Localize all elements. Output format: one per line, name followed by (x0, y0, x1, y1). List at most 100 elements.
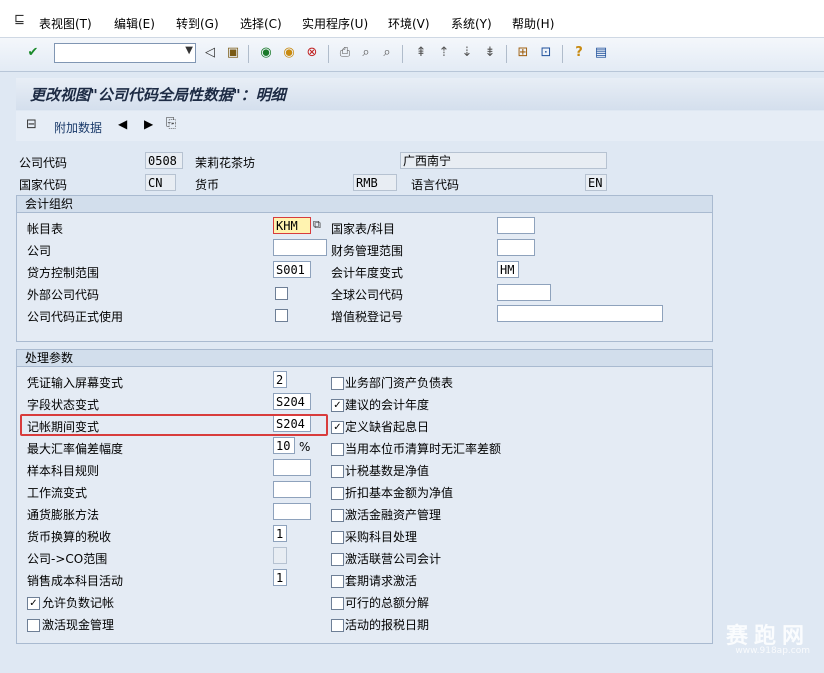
toolbar-separator (506, 45, 507, 63)
right-checkbox[interactable] (331, 509, 344, 522)
first-page-icon[interactable]: ⇞ (412, 44, 430, 62)
toolbar-separator (328, 45, 329, 63)
external-company-code-label: 外部公司代码 (27, 288, 100, 302)
processing-params-title: 处理参数 (17, 350, 712, 367)
global-company-code-field[interactable] (497, 284, 551, 301)
right-checkbox-label: 定义缺省起息日 (345, 420, 430, 434)
back-icon[interactable]: ◉ (257, 44, 275, 62)
param-label: 通货膨胀方法 (27, 508, 100, 522)
next-page-icon[interactable]: ⇣ (458, 44, 476, 62)
right-checkbox[interactable] (331, 575, 344, 588)
save-icon[interactable]: ▣ (224, 44, 242, 62)
right-checkbox-label: 业务部门资产负债表 (345, 376, 454, 390)
exit-icon[interactable]: ◉ (280, 44, 298, 62)
param-field[interactable] (273, 481, 311, 498)
param-field[interactable]: 1 (273, 569, 287, 586)
application-toolbar: ⊟ 附加数据 ◀ ▶ ⎘ (16, 111, 824, 141)
right-checkbox[interactable] (331, 619, 344, 632)
chart-of-accounts-label: 帐目表 (27, 222, 64, 236)
accounting-org-title: 会计组织 (17, 196, 712, 213)
right-checkbox[interactable] (331, 531, 344, 544)
right-checkbox[interactable] (331, 377, 344, 390)
system-menu-icon[interactable]: ⊑ (14, 12, 25, 27)
next-entry-icon[interactable]: ▶ (144, 117, 153, 131)
back-triangle-icon[interactable]: ◁ (201, 44, 219, 62)
city-field: 广西南宁 (400, 152, 607, 169)
additional-data-button[interactable]: 附加数据 (54, 119, 102, 136)
right-checkbox[interactable] (331, 443, 344, 456)
right-checkbox[interactable] (331, 553, 344, 566)
standard-toolbar: ✔ ▼ ◁ ▣ ◉ ◉ ⊗ ⎙ ⌕ ⌕ ⇞ ⇡ ⇣ ⇟ ⊞ ⊡ ? ▤ (0, 38, 824, 72)
param-field[interactable] (273, 459, 311, 476)
menu-edit[interactable]: 编辑(E) (114, 15, 155, 32)
chart-of-accounts-field[interactable]: KHM (273, 217, 311, 234)
language-field: EN (585, 174, 607, 191)
company-field[interactable] (273, 239, 327, 256)
cancel-icon[interactable]: ⊗ (303, 44, 321, 62)
param-field[interactable]: 10 (273, 437, 295, 454)
new-session-icon[interactable]: ⊞ (514, 44, 532, 62)
previous-page-icon[interactable]: ⇡ (435, 44, 453, 62)
watermark-url: www.918ap.com (735, 646, 810, 656)
external-company-code-checkbox[interactable] (275, 287, 288, 300)
company-code-field: 0508 (145, 152, 183, 169)
right-checkbox[interactable] (331, 487, 344, 500)
menu-system[interactable]: 系统(Y) (451, 15, 492, 32)
help-icon[interactable]: ? (570, 44, 588, 62)
right-checkbox[interactable] (331, 465, 344, 478)
menu-utilities[interactable]: 实用程序(U) (302, 15, 368, 32)
allow-negative-posting-checkbox[interactable]: ✓ (27, 597, 40, 610)
fm-area-field[interactable] (497, 239, 535, 256)
param-label: 字段状态变式 (27, 398, 100, 412)
menu-environment[interactable]: 环境(V) (388, 15, 430, 32)
search-help-icon[interactable]: ⧉ (313, 218, 321, 232)
enter-check-icon[interactable]: ✔ (24, 44, 42, 62)
param-label: 最大汇率偏差幅度 (27, 442, 124, 456)
country-chart-label: 国家表/科目 (331, 222, 396, 236)
company-name: 茉莉花茶坊 (195, 156, 256, 170)
right-checkbox-label: 建议的会计年度 (345, 398, 430, 412)
command-field[interactable]: ▼ (54, 43, 196, 63)
activate-cash-mgmt-checkbox[interactable] (27, 619, 40, 632)
param-field (273, 547, 287, 564)
vat-registration-field[interactable] (497, 305, 663, 322)
right-checkbox-label: 可行的总额分解 (345, 596, 430, 610)
menu-table-view[interactable]: 表视图(T) (39, 15, 92, 32)
company-label: 公司 (27, 244, 52, 258)
country-code-field: CN (145, 174, 176, 191)
layout-menu-icon[interactable]: ▤ (592, 44, 610, 62)
credit-control-area-field[interactable]: S001 (273, 261, 311, 278)
right-checkbox-label: 当用本位币清算时无汇率差额 (345, 442, 502, 456)
right-checkbox[interactable]: ✓ (331, 399, 344, 412)
last-page-icon[interactable]: ⇟ (481, 44, 499, 62)
global-company-code-label: 全球公司代码 (331, 288, 404, 302)
param-field[interactable] (273, 503, 311, 520)
title-bar: 更改视图"公司代码全局性数据"：明细 (16, 78, 824, 110)
menu-goto[interactable]: 转到(G) (176, 15, 219, 32)
document-icon[interactable]: ⎘ (166, 116, 176, 131)
right-checkbox-label: 套期请求激活 (345, 574, 418, 588)
param-label: 凭证输入屏幕变式 (27, 376, 124, 390)
productive-checkbox[interactable] (275, 309, 288, 322)
param-field[interactable]: 2 (273, 371, 287, 388)
param-label: 公司->CO范围 (27, 552, 108, 566)
param-field[interactable]: S204 (273, 393, 311, 410)
right-checkbox[interactable] (331, 597, 344, 610)
right-checkbox-label: 激活金融资产管理 (345, 508, 442, 522)
menu-help[interactable]: 帮助(H) (512, 15, 554, 32)
shortcut-icon[interactable]: ⊡ (537, 44, 555, 62)
param-field[interactable]: 1 (273, 525, 287, 542)
previous-entry-icon[interactable]: ◀ (118, 117, 127, 131)
details-icon[interactable]: ⊟ (26, 117, 37, 132)
find-next-icon[interactable]: ⌕ (378, 44, 396, 62)
right-checkbox[interactable]: ✓ (331, 421, 344, 434)
page-title: 更改视图"公司代码全局性数据"：明细 (30, 86, 286, 104)
right-checkbox-label: 折扣基本金额为净值 (345, 486, 454, 500)
chevron-down-icon[interactable]: ▼ (185, 45, 193, 56)
menu-selection[interactable]: 选择(C) (240, 15, 282, 32)
find-icon[interactable]: ⌕ (357, 44, 375, 62)
productive-label: 公司代码正式使用 (27, 310, 124, 324)
country-chart-field[interactable] (497, 217, 535, 234)
print-icon[interactable]: ⎙ (336, 44, 354, 62)
fiscal-year-variant-field[interactable]: HM (497, 261, 519, 278)
